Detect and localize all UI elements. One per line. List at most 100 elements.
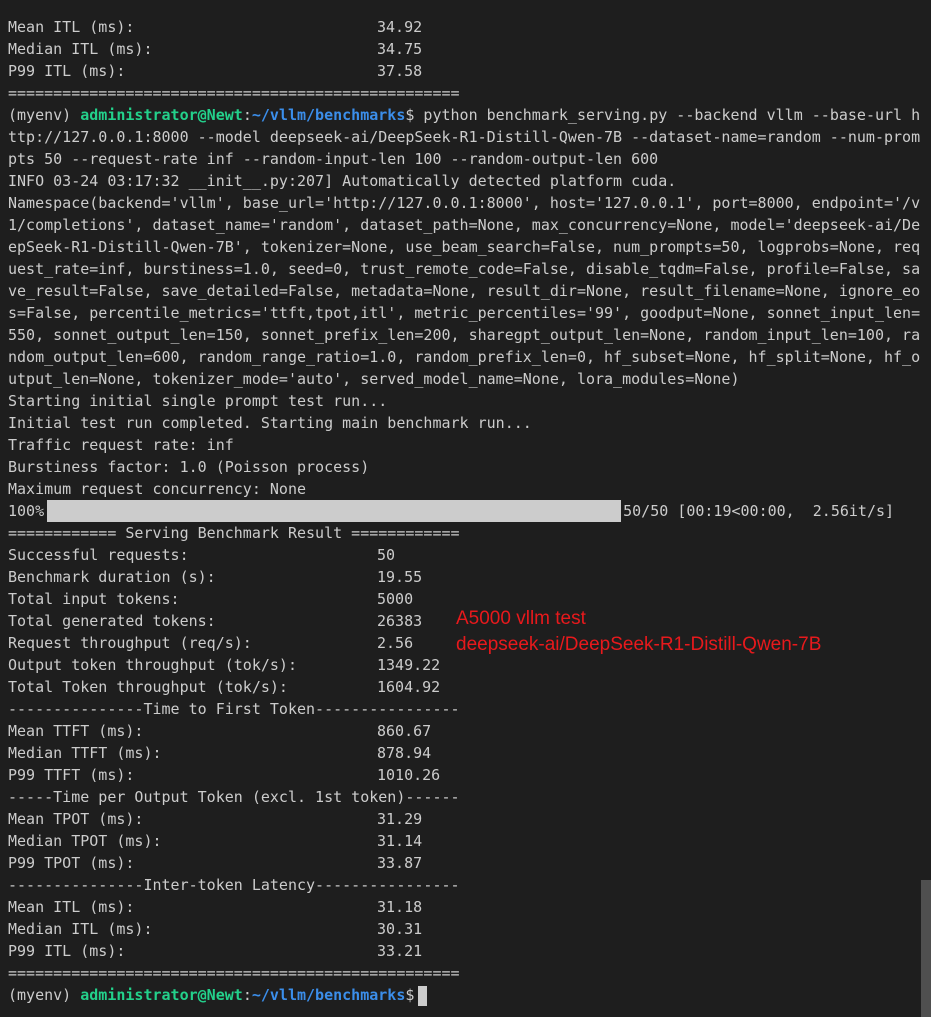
log-line: Starting initial single prompt test run.… xyxy=(8,392,388,410)
annotation-model: deepseek-ai/DeepSeek-R1-Distill-Qwen-7B xyxy=(456,634,822,655)
log-line: s=False, percentile_metrics='ttft,tpot,i… xyxy=(8,304,921,322)
section-header: ---------------Inter-token Latency------… xyxy=(8,876,460,894)
metric-label: Output token throughput (tok/s): xyxy=(8,656,297,674)
metric-label: Successful requests: xyxy=(8,546,189,564)
prompt-env: (myenv) xyxy=(8,106,81,124)
text-cursor[interactable] xyxy=(418,985,428,1006)
metric-value: 1604.92 xyxy=(377,678,441,696)
result-title: ============ Serving Benchmark Result ==… xyxy=(8,524,460,542)
metric-row: Median TPOT (ms): 31.14 xyxy=(8,830,931,852)
prompt-colon: : xyxy=(242,986,252,1004)
metric-label: Median ITL (ms): xyxy=(8,920,153,938)
log-line: Initial test run completed. Starting mai… xyxy=(8,414,532,432)
log-line: 1/completions', dataset_name='random', d… xyxy=(8,216,921,234)
log-line: Namespace(backend='vllm', base_url='http… xyxy=(8,194,921,212)
metric-row: P99 TTFT (ms): 1010.26 xyxy=(8,764,931,786)
metric-row: Median ITL (ms): 34.75 xyxy=(8,38,931,60)
prompt-colon: : xyxy=(242,106,252,124)
metric-label: P99 ITL (ms): xyxy=(8,62,126,80)
annotation-title: A5000 vllm test xyxy=(456,608,586,629)
metric-label: Benchmark duration (s): xyxy=(8,568,216,586)
metric-label: Total Token throughput (tok/s): xyxy=(8,678,288,696)
prompt-path: ~/vllm/benchmarks xyxy=(251,106,406,124)
command-text: pts 50 --request-rate inf --random-input… xyxy=(8,150,659,168)
metric-label: Median ITL (ms): xyxy=(8,40,153,58)
metric-row: Benchmark duration (s): 19.55 xyxy=(8,566,931,588)
progress-bar-fill xyxy=(49,500,620,522)
metric-row: Mean TPOT (ms): 31.29 xyxy=(8,808,931,830)
prompt-path: ~/vllm/benchmarks xyxy=(251,986,406,1004)
terminal-window[interactable]: Mean ITL (ms): 34.92 Median ITL (ms): 34.7… xyxy=(0,0,931,1017)
section-header: ---------------Time to First Token------… xyxy=(8,700,460,718)
metric-value: 5000 xyxy=(377,590,414,608)
metric-value: 50 xyxy=(377,546,396,564)
metric-label: Median TTFT (ms): xyxy=(8,744,162,762)
log-line: INFO 03-24 03:17:32 __init__.py:207] Aut… xyxy=(8,172,677,190)
metric-row: Mean TTFT (ms): 860.67 xyxy=(8,720,931,742)
separator-line: ========================================… xyxy=(8,84,460,102)
log-line: ve_result=False, save_detailed=False, me… xyxy=(8,282,921,300)
log-line: epSeek-R1-Distill-Qwen-7B', tokenizer=No… xyxy=(8,238,921,256)
command-text: python benchmark_serving.py --backend vl… xyxy=(414,106,921,124)
metric-label: P99 ITL (ms): xyxy=(8,942,126,960)
metric-row: P99 ITL (ms): 37.58 xyxy=(8,60,931,82)
metric-row: Mean ITL (ms): 31.18 xyxy=(8,896,931,918)
metric-label: Request throughput (req/s): xyxy=(8,634,252,652)
separator-line: ========================================… xyxy=(8,964,460,982)
metric-label: P99 TTFT (ms): xyxy=(8,766,135,784)
log-line: Traffic request rate: inf xyxy=(8,436,234,454)
prompt-env: (myenv) xyxy=(8,986,81,1004)
metric-value: 1349.22 xyxy=(377,656,441,674)
metric-row: Median ITL (ms): 30.31 xyxy=(8,918,931,940)
progress-bar xyxy=(47,500,622,522)
progress-timing: [00:19<00:00, 2.56it/s] xyxy=(677,502,895,520)
prompt-user-host: administrator@Newt xyxy=(80,986,243,1004)
metric-label: Mean TTFT (ms): xyxy=(8,722,144,740)
metric-label: P99 TPOT (ms): xyxy=(8,854,135,872)
metric-value: 31.29 xyxy=(377,810,423,828)
metric-value: 33.87 xyxy=(377,854,423,872)
metric-value: 2.56 xyxy=(377,634,414,652)
progress-row: 100% 50/50 [00:19<00:00, 2.56it/s] xyxy=(8,500,931,522)
progress-count: 50/50 xyxy=(623,502,669,520)
progress-percent: 100% xyxy=(8,502,45,520)
metric-row: P99 TPOT (ms): 33.87 xyxy=(8,852,931,874)
metric-label: Median TPOT (ms): xyxy=(8,832,162,850)
prompt-symbol: $ xyxy=(405,986,415,1004)
metric-label: Total input tokens: xyxy=(8,590,180,608)
command-line: (myenv) administrator@Newt:~/vllm/benchm… xyxy=(8,104,931,126)
log-line: Burstiness factor: 1.0 (Poisson process) xyxy=(8,458,370,476)
metric-label: Mean ITL (ms): xyxy=(8,898,135,916)
metric-label: Mean TPOT (ms): xyxy=(8,810,144,828)
metric-value: 30.31 xyxy=(377,920,423,938)
log-line: Maximum request concurrency: None xyxy=(8,480,307,498)
command-text: ttp://127.0.0.1:8000 --model deepseek-ai… xyxy=(8,128,921,146)
metric-value: 33.21 xyxy=(377,942,423,960)
log-line: uest_rate=inf, burstiness=1.0, seed=0, t… xyxy=(8,260,921,278)
metric-row: Total Token throughput (tok/s): 1604.92 xyxy=(8,676,931,698)
metric-label: Total generated tokens: xyxy=(8,612,216,630)
section-header: -----Time per Output Token (excl. 1st to… xyxy=(8,788,460,806)
metric-value: 860.67 xyxy=(377,722,432,740)
metric-value: 31.14 xyxy=(377,832,423,850)
metric-label: Mean ITL (ms): xyxy=(8,18,135,36)
prompt-line[interactable]: (myenv) administrator@Newt:~/vllm/benchm… xyxy=(8,984,931,1006)
log-line: ndom_output_len=600, random_range_ratio=… xyxy=(8,348,921,366)
metric-value: 34.75 xyxy=(377,40,423,58)
metric-row: Mean ITL (ms): 34.92 xyxy=(8,16,931,38)
metric-row: P99 ITL (ms): 33.21 xyxy=(8,940,931,962)
annotation-note: A5000 vllm test deepseek-ai/DeepSeek-R1-… xyxy=(456,606,821,658)
metric-row: Successful requests: 50 xyxy=(8,544,931,566)
metric-value: 19.55 xyxy=(377,568,423,586)
metric-value: 878.94 xyxy=(377,744,432,762)
scrollbar-thumb[interactable] xyxy=(921,880,931,1017)
metric-row: Median TTFT (ms): 878.94 xyxy=(8,742,931,764)
log-line: utput_len=None, tokenizer_mode='auto', s… xyxy=(8,370,740,388)
metric-value: 31.18 xyxy=(377,898,423,916)
metric-value: 26383 xyxy=(377,612,423,630)
metric-value: 37.58 xyxy=(377,62,423,80)
prompt-user-host: administrator@Newt xyxy=(80,106,243,124)
metric-value: 34.92 xyxy=(377,18,423,36)
log-line: 550, sonnet_output_len=150, sonnet_prefi… xyxy=(8,326,921,344)
metric-value: 1010.26 xyxy=(377,766,441,784)
